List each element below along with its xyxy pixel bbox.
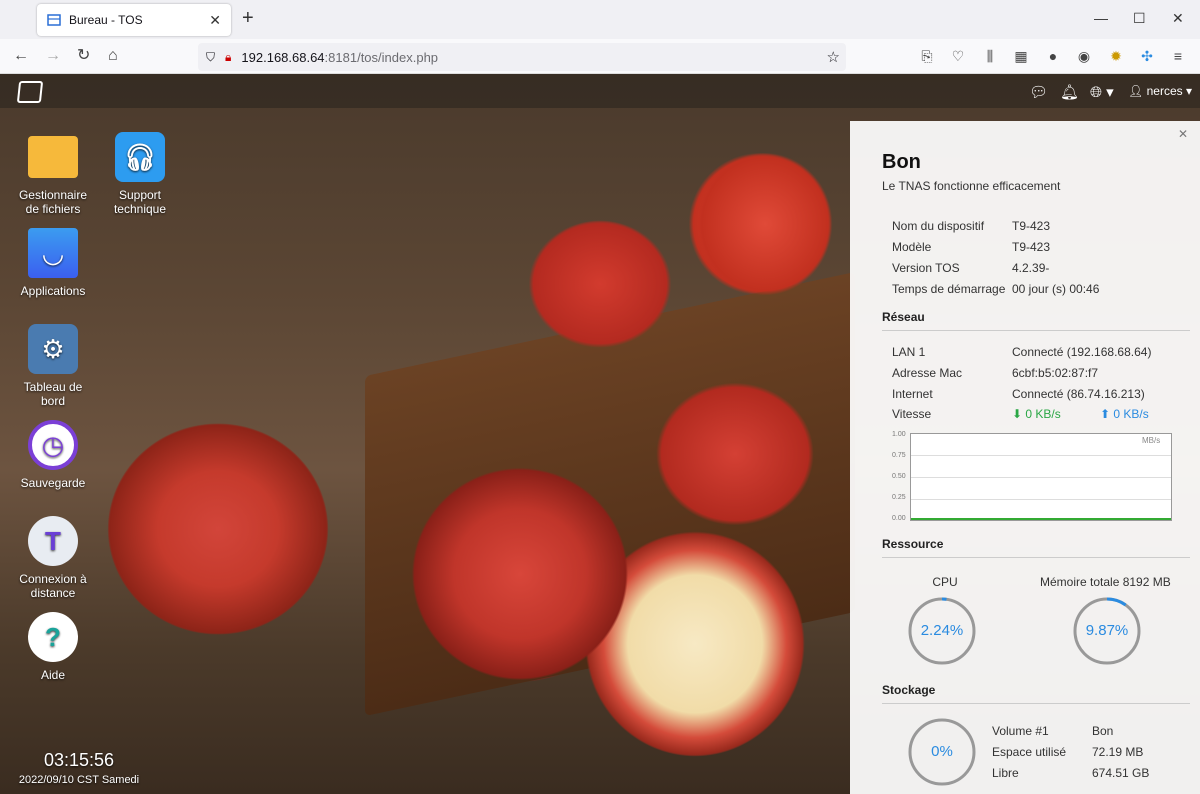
network-speed-graph (910, 433, 1172, 521)
url-bar[interactable]: ⛉ 🔒︎ 192.168.68.64:8181/tos/index.php ☆ (198, 43, 846, 71)
maximize-icon[interactable]: ☐ (1133, 10, 1146, 27)
status-title: Bon (882, 151, 921, 173)
close-window-icon[interactable]: ✕ (1172, 10, 1184, 27)
status-description: Le TNAS fonctionne efficacement (882, 179, 1061, 193)
app-applications[interactable]: ◡ Applications (13, 228, 93, 298)
graph-tick: 1.00 (892, 431, 906, 438)
app-label: Sauvegarde (20, 476, 86, 490)
menu-icon[interactable]: ≡ (1170, 48, 1186, 64)
system-status-panel: ✕ Bon Le TNAS fonctionne efficacement No… (850, 121, 1200, 794)
app-remote-connection[interactable]: T Connexion à distance (13, 516, 93, 600)
library-icon[interactable]: ⫼ (982, 48, 998, 64)
browser-tabbar: Bureau - TOS ✕ + — ☐ ✕ (0, 0, 1200, 39)
desktop-topbar: 💬︎ 🔔︎ 🌐︎ ▾ 👤︎ nerces ▾ (0, 74, 1200, 108)
new-tab-button[interactable]: + (242, 8, 254, 28)
back-icon[interactable]: ← (13, 47, 29, 65)
extension-circles-icon[interactable]: ● (1045, 48, 1061, 64)
backup-clock-icon: ◷ (28, 420, 78, 470)
gear-icon: ⚙ (28, 324, 78, 374)
insecure-lock-icon: 🔒︎ (225, 49, 232, 64)
arrow-up-icon: ⬆︎ (1100, 407, 1111, 421)
tos-logo-icon[interactable] (16, 81, 44, 103)
extension-puzzle-icon[interactable]: ✣ (1139, 48, 1155, 64)
folder-icon (28, 136, 78, 178)
app-dashboard[interactable]: ⚙ Tableau de bord (13, 324, 93, 408)
tab-title: Bureau - TOS (69, 13, 143, 27)
app-label: Applications (20, 284, 86, 298)
desktop-clock: 03:15:56 2022/09/10 CST Samedi (16, 750, 142, 786)
memory-label: Mémoire totale 8192 MB (1040, 575, 1171, 589)
close-panel-icon[interactable]: ✕ (1178, 127, 1188, 141)
graph-unit: MB/s (1142, 436, 1161, 445)
home-icon[interactable]: ⌂ (108, 47, 118, 65)
download-speed: ⬇︎ 0 KB/s (1012, 407, 1061, 421)
browser-navbar: ← → ↻ ⌂ ⛉ 🔒︎ 192.168.68.64:8181/tos/inde… (0, 39, 1200, 74)
app-label: Tableau de bord (23, 380, 83, 408)
help-icon: ? (28, 612, 78, 662)
browser-tab[interactable]: Bureau - TOS ✕ (37, 4, 231, 36)
shopping-bag-icon: ◡ (28, 228, 78, 278)
clock-time: 03:15:56 (43, 750, 115, 770)
user-menu[interactable]: 👤︎ nerces ▾ (1128, 84, 1192, 98)
clock-date: 2022/09/10 CST Samedi (18, 774, 140, 786)
user-icon: 👤︎ (1128, 84, 1144, 98)
extension-badge-icon[interactable]: ✹ (1108, 48, 1124, 64)
pocket-icon[interactable]: ♡ (950, 48, 966, 64)
volume-percent: 0% (931, 743, 953, 760)
app-support[interactable]: 🎧︎ Support technique (100, 132, 180, 216)
app-label: Aide (40, 668, 66, 682)
extension-grid-icon[interactable]: ▦ (1013, 48, 1029, 64)
user-name: nerces (1146, 84, 1183, 98)
bell-icon[interactable]: 🔔︎ (1060, 83, 1079, 101)
resource-section-title: Ressource (882, 537, 1190, 558)
graph-tick: 0.25 (892, 494, 906, 501)
url-host: 192.168.68.64 (241, 49, 325, 65)
cloud-t-icon: T (28, 516, 78, 566)
tos-desktop: 💬︎ 🔔︎ 🌐︎ ▾ 👤︎ nerces ▾ Gestionnaire de f… (0, 74, 1200, 794)
app-backup[interactable]: ◷ Sauvegarde (13, 420, 93, 490)
app-label: Gestionnaire de fichiers (18, 188, 88, 216)
chat-icon[interactable]: 💬︎ (1029, 83, 1048, 101)
url-path: :8181/tos/index.php (324, 49, 439, 65)
upload-speed: ⬆︎ 0 KB/s (1100, 407, 1149, 421)
close-tab-icon[interactable]: ✕ (209, 12, 221, 29)
bookmark-star-icon[interactable]: ☆ (827, 48, 840, 66)
cpu-value: 2.24% (920, 622, 964, 639)
app-file-manager[interactable]: Gestionnaire de fichiers (13, 132, 93, 216)
globe-icon[interactable]: 🌐︎ ▾ (1090, 83, 1114, 101)
graph-tick: 0.50 (892, 473, 906, 480)
forward-icon[interactable]: → (45, 47, 61, 65)
graph-tick: 0.00 (892, 515, 906, 522)
memory-value: 9.87% (1085, 622, 1129, 639)
extension-avatar-icon[interactable]: ◉ (1076, 48, 1092, 64)
cpu-label: CPU (932, 575, 958, 589)
reload-icon[interactable]: ↻ (77, 47, 90, 65)
app-help[interactable]: ? Aide (13, 612, 93, 682)
arrow-down-icon: ⬇︎ (1012, 407, 1023, 421)
graph-line (911, 518, 1171, 520)
storage-section-title: Stockage (882, 683, 1190, 704)
minimize-icon[interactable]: — (1094, 10, 1108, 26)
shield-icon: ⛉ (206, 49, 216, 64)
app-label: Connexion à distance (19, 572, 87, 600)
graph-tick: 0.75 (892, 452, 906, 459)
tos-favicon-icon (47, 14, 61, 26)
pocket-save-icon[interactable]: ⎘ (919, 48, 935, 64)
network-section-title: Réseau (882, 310, 1190, 331)
app-label: Support technique (113, 188, 167, 216)
headset-icon: 🎧︎ (115, 132, 165, 182)
